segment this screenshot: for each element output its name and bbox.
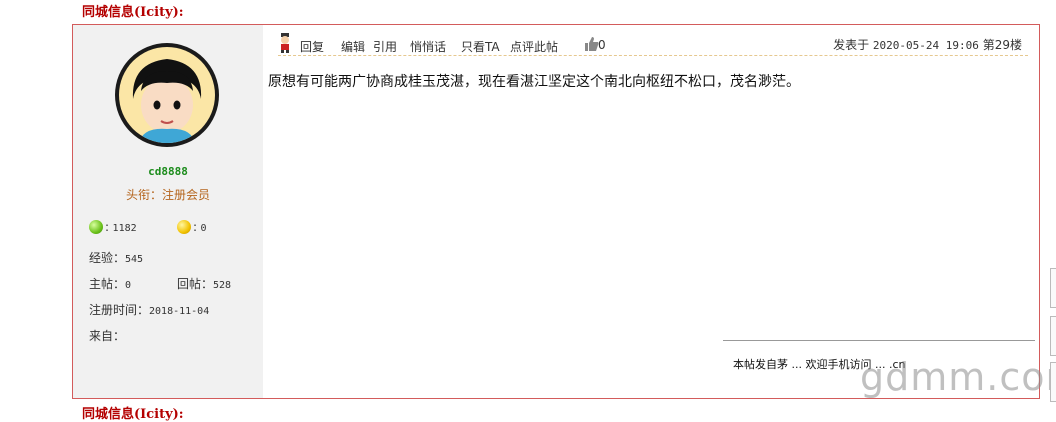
comment-button[interactable]: 点评此帖 bbox=[510, 38, 558, 55]
reply-button[interactable]: 回复 bbox=[300, 38, 324, 55]
side-float-tab[interactable] bbox=[1050, 316, 1056, 356]
reg-date-stat: 注册时间：2018-11-04 bbox=[89, 301, 209, 318]
user-rank: 头衔：注册会员 bbox=[125, 188, 210, 202]
avatar-illustration bbox=[119, 47, 215, 143]
side-float-tab[interactable] bbox=[1050, 362, 1056, 402]
green-coins-stat: : 1182 bbox=[89, 220, 137, 234]
gold-coin-icon bbox=[177, 220, 191, 234]
edit-button[interactable]: 编辑 bbox=[341, 38, 365, 55]
whisper-button[interactable]: 悄悄话 bbox=[410, 38, 446, 55]
quote-button[interactable]: 引用 bbox=[373, 38, 397, 55]
post-card: cd8888 头衔：注册会员 : 1182 : 0 经验：545 主帖：0 回帖… bbox=[72, 24, 1056, 399]
exp-value: 545 bbox=[125, 254, 144, 265]
signature-divider bbox=[723, 340, 1035, 341]
section-title: 同城信息(Icity): bbox=[82, 5, 184, 20]
site-watermark: gdmm.com bbox=[860, 355, 1056, 399]
post-toolbar: 回复 编辑 引用 悄悄话 只看TA 点评此帖 0 发表于 2020-05-24 … bbox=[278, 33, 1028, 56]
post-meta: 发表于 2020-05-24 19:06 第29楼 bbox=[833, 36, 1022, 53]
reply-icon[interactable] bbox=[278, 33, 292, 53]
only-ta-button[interactable]: 只看TA bbox=[461, 38, 500, 55]
section-title-next: 同城信息(Icity): bbox=[82, 407, 184, 422]
posted-time: 2020-05-24 19:06 bbox=[872, 39, 979, 52]
reg-date-value: 2018-11-04 bbox=[149, 306, 210, 317]
topics-value: 0 bbox=[125, 280, 132, 291]
replies-value: 528 bbox=[213, 280, 232, 291]
topics-stat: 主帖：0 bbox=[89, 275, 131, 292]
username[interactable]: cd8888 bbox=[73, 165, 263, 178]
user-info-panel: cd8888 头衔：注册会员 : 1182 : 0 经验：545 主帖：0 回帖… bbox=[73, 25, 263, 398]
avatar[interactable] bbox=[115, 43, 219, 147]
exp-label: 经验： bbox=[89, 251, 126, 265]
like-count: 0 bbox=[598, 38, 606, 52]
green-coins-value: 1182 bbox=[112, 223, 137, 234]
gold-coins-value: 0 bbox=[200, 223, 207, 234]
gold-coins-stat: : 0 bbox=[177, 220, 207, 234]
reg-label: 注册时间： bbox=[89, 303, 150, 317]
side-float-tab[interactable] bbox=[1050, 268, 1056, 308]
from-label: 来自： bbox=[89, 329, 126, 343]
thumbs-up-icon[interactable] bbox=[585, 37, 599, 51]
green-coin-icon bbox=[89, 220, 103, 234]
post-content: 原想有可能两广协商成桂玉茂湛，现在看湛江坚定这个南北向枢纽不松口，茂名渺茫。 bbox=[268, 74, 800, 90]
from-stat: 来自： bbox=[89, 327, 125, 344]
replies-stat: 回帖：528 bbox=[177, 275, 231, 292]
replies-label: 回帖： bbox=[177, 277, 214, 291]
topics-label: 主帖： bbox=[89, 277, 126, 291]
floor-number: 第29楼 bbox=[982, 38, 1022, 52]
posted-prefix: 发表于 bbox=[833, 38, 873, 52]
exp-stat: 经验：545 bbox=[89, 249, 143, 266]
